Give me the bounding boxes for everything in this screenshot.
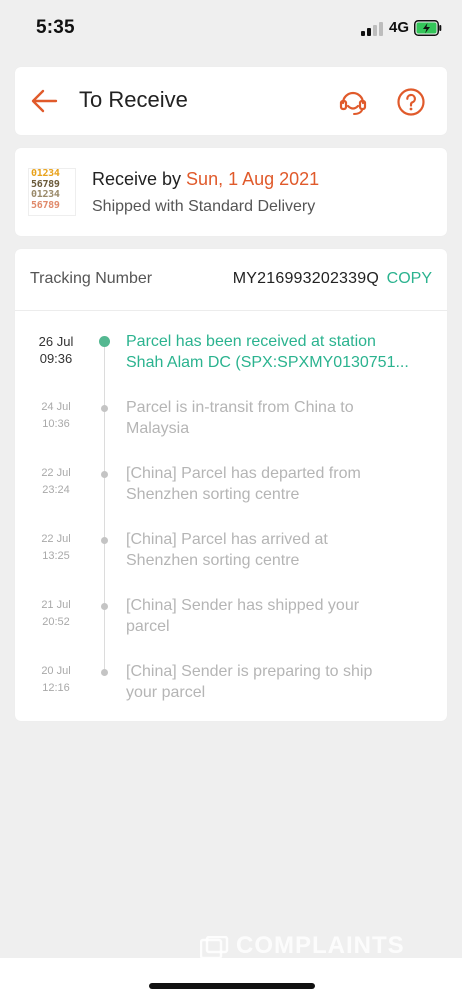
product-thumbnail: 01234 56789 01234 56789 <box>28 168 76 216</box>
copy-button[interactable]: COPY <box>387 270 432 288</box>
event-description: [China] Sender has shipped your parcel <box>126 597 360 635</box>
event-datetime: 20 Jul 12:16 <box>41 665 71 694</box>
receive-date: Sun, 1 Aug 2021 <box>186 169 320 189</box>
receive-by-text: Receive by Sun, 1 Aug 2021 <box>92 169 319 190</box>
timeline-dot-icon <box>101 471 108 478</box>
timeline-dot-icon <box>101 669 108 676</box>
event-description: [China] Sender is preparing to ship your… <box>126 663 373 701</box>
event-description: Parcel has been received at station Shah… <box>126 333 409 371</box>
event-datetime: 22 Jul 13:25 <box>41 533 71 562</box>
page-title: To Receive <box>79 87 188 112</box>
timeline-event: 21 Jul 20:52 [China] Sender has shipped y… <box>15 597 447 657</box>
battery-charging-icon <box>414 20 442 36</box>
tracking-number-row: Tracking Number MY216993202339Q COPY <box>15 249 447 311</box>
watermark-logo-icon <box>200 936 229 960</box>
timeline-dot-active-icon <box>99 336 110 347</box>
event-description: Parcel is in-transit from China to Malay… <box>126 399 354 437</box>
header-bar: To Receive <box>15 67 447 135</box>
event-description: [China] Parcel has departed from Shenzhe… <box>126 465 361 503</box>
timeline-dot-icon <box>101 405 108 412</box>
event-datetime: 26 Jul 09:36 <box>38 334 74 366</box>
timeline-dot-icon <box>101 603 108 610</box>
status-time: 5:35 <box>36 17 75 38</box>
headset-icon[interactable] <box>337 86 369 118</box>
timeline-event: 26 Jul 09:36 Parcel has been received at … <box>15 333 447 393</box>
event-datetime: 24 Jul 10:36 <box>41 401 71 430</box>
bottom-bar <box>0 958 462 1000</box>
event-datetime: 22 Jul 23:24 <box>41 467 71 496</box>
signal-strength-icon <box>361 22 385 36</box>
network-type: 4G <box>389 19 410 36</box>
timeline-event: 22 Jul 13:25 [China] Parcel has arrived a… <box>15 531 447 591</box>
event-datetime: 21 Jul 20:52 <box>41 599 71 628</box>
tracking-card: Tracking Number MY216993202339Q COPY 26 … <box>15 249 447 721</box>
timeline-dot-icon <box>101 537 108 544</box>
delivery-info-card[interactable]: 01234 56789 01234 56789 Receive by Sun, … <box>15 148 447 236</box>
home-indicator[interactable] <box>149 983 315 989</box>
receive-by-label: Receive by <box>92 169 187 189</box>
shipping-method: Shipped with Standard Delivery <box>92 198 316 215</box>
back-arrow-icon[interactable] <box>29 85 61 117</box>
tracking-number-label: Tracking Number <box>30 270 153 287</box>
timeline-event: 24 Jul 10:36 Parcel is in-transit from Ch… <box>15 399 447 459</box>
status-bar: 5:35 4G <box>0 0 462 58</box>
help-circle-icon[interactable] <box>395 86 427 118</box>
watermark-text: COMPLAINTS <box>236 932 405 959</box>
event-description: [China] Parcel has arrived at Shenzhen s… <box>126 531 328 569</box>
timeline-event: 22 Jul 23:24 [China] Parcel has departed … <box>15 465 447 525</box>
tracking-number: MY216993202339Q <box>232 270 379 287</box>
timeline-event: 20 Jul 12:16 [China] Sender is preparing … <box>15 663 447 723</box>
